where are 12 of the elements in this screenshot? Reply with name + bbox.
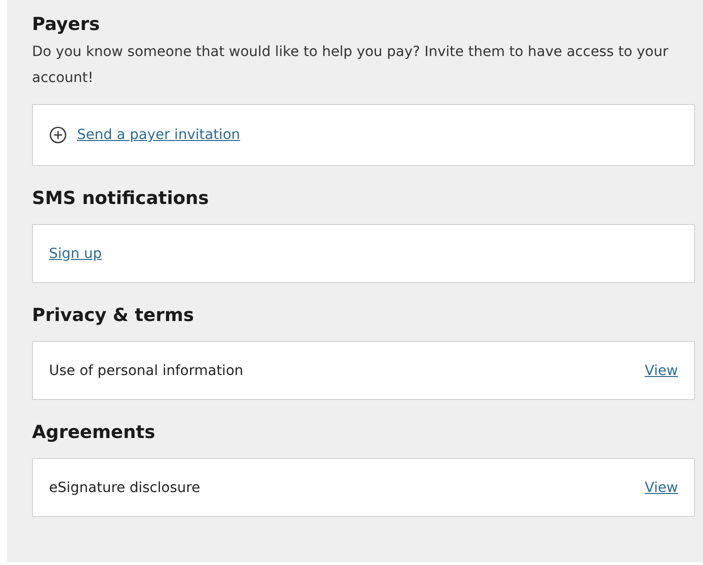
link[interactable]: Send a payer invitation	[77, 127, 240, 143]
plus-circle-icon	[49, 126, 67, 144]
link[interactable]: View	[644, 480, 678, 496]
link[interactable]: View	[644, 362, 678, 378]
document-label: Use of personal information	[49, 362, 244, 378]
link[interactable]: Sign up	[49, 246, 102, 262]
document-label: eSignature disclosure	[49, 480, 200, 496]
section-heading: Privacy & terms	[32, 304, 195, 328]
section-heading: Payers	[32, 13, 101, 37]
section-description: Do you know someone that would like to help you pay? Invite them to have access to your account!	[32, 43, 670, 88]
section-heading: Agreements	[32, 421, 156, 445]
section-heading: SMS notifications	[32, 187, 210, 211]
